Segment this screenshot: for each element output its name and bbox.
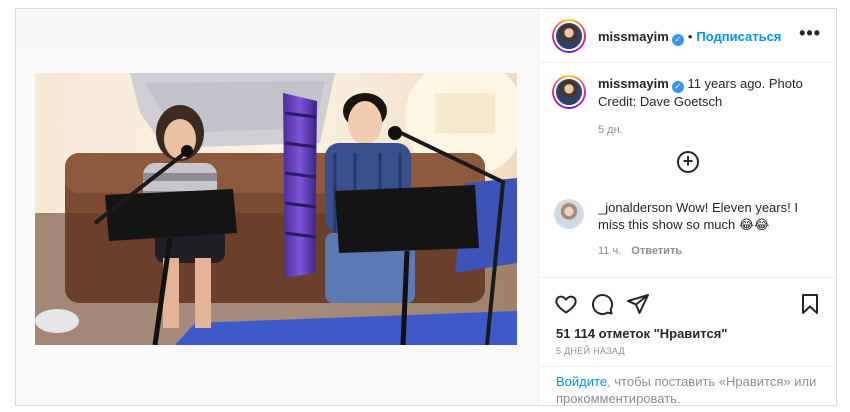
post-sidebar: missmayim ✓ • Подписаться ••• missmayim ✓ 11…: [540, 9, 837, 406]
caption-author[interactable]: missmayim: [598, 76, 669, 91]
comment-author[interactable]: _jonalderson: [598, 200, 672, 215]
post-actions: 51 114 отметок "Нравится" 5 ДНЕЙ НАЗАД В…: [540, 277, 837, 406]
photo-illustration: [35, 73, 517, 345]
caption-author-avatar[interactable]: [552, 75, 586, 109]
caption: missmayim ✓ 11 years ago. Photo Credit: D…: [598, 75, 824, 139]
save-bookmark-icon[interactable]: [798, 292, 822, 316]
media-background: [16, 9, 538, 49]
login-link[interactable]: Войдите: [556, 374, 607, 389]
author-username[interactable]: missmayim: [598, 29, 669, 44]
reply-button[interactable]: Ответить: [631, 245, 682, 257]
separator-dot: •: [687, 29, 693, 44]
author-avatar[interactable]: [552, 19, 586, 53]
post-media[interactable]: [16, 9, 539, 405]
post-date: 5 ДНЕЙ НАЗАД: [556, 346, 625, 356]
header-author-line: missmayim ✓ • Подписаться: [598, 28, 781, 46]
load-more-comments-icon[interactable]: +: [677, 151, 699, 173]
post-header: missmayim ✓ • Подписаться •••: [540, 9, 837, 63]
verified-badge-icon: ✓: [671, 34, 684, 46]
comment-bubble-icon[interactable]: [590, 292, 614, 316]
comment-time: 11 ч.: [598, 245, 622, 257]
commenter-avatar[interactable]: [554, 199, 584, 229]
verified-badge-icon: ✓: [671, 81, 684, 93]
post-photo[interactable]: [35, 73, 517, 345]
share-paper-plane-icon[interactable]: [626, 292, 650, 316]
comment-item: _jonalderson Wow! Eleven years! I miss t…: [598, 199, 824, 260]
post-card: missmayim ✓ • Подписаться ••• missmayim ✓ 11…: [15, 8, 837, 406]
like-heart-icon[interactable]: [554, 292, 578, 316]
caption-time: 5 дн.: [598, 124, 623, 136]
likes-count[interactable]: 51 114 отметок "Нравится": [556, 326, 727, 341]
more-options-icon[interactable]: •••: [799, 23, 821, 44]
login-prompt: Войдите, чтобы поставить «Нравится» или …: [540, 366, 837, 406]
follow-button[interactable]: Подписаться: [696, 29, 781, 44]
